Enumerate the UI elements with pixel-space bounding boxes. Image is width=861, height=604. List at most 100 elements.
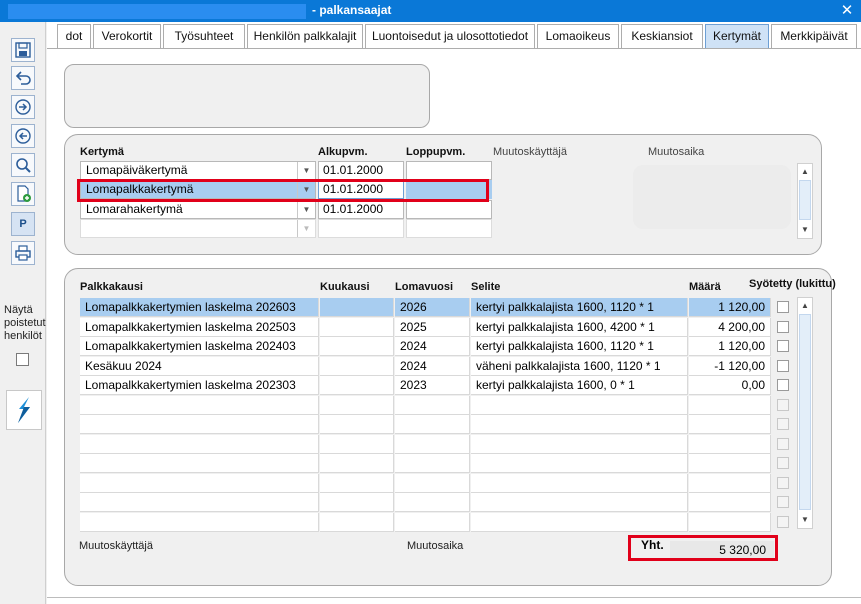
cell-desc[interactable]: kertyi palkkalajista 1600, 1120 * 1 [471,298,688,317]
cell-period[interactable]: Lomapalkkakertymien laskelma 202403 [80,337,319,356]
cell-amount[interactable]: 1 120,00 [689,298,771,317]
cell-desc[interactable] [471,513,688,532]
cell-period[interactable]: Lomapalkkakertymien laskelma 202603 [80,298,319,317]
end-date-field[interactable] [406,161,492,180]
end-date-field[interactable] [406,200,492,219]
cell-month[interactable] [320,474,394,493]
cell-amount[interactable] [689,415,771,434]
undo-button[interactable] [11,66,35,90]
cell-amount[interactable] [689,396,771,415]
close-button[interactable]: ✕ [833,0,861,22]
cell-amount[interactable]: 1 120,00 [689,337,771,356]
tab-merkkipaivat[interactable]: Merkkipäivät [771,24,857,48]
tab-keskiansiot[interactable]: Keskiansiot [621,24,703,48]
start-date-field-empty[interactable] [318,219,404,238]
cell-year[interactable]: 2025 [395,318,470,337]
entered-checkbox[interactable] [777,496,789,508]
entered-checkbox[interactable] [777,301,789,313]
cell-year[interactable]: 2026 [395,298,470,317]
cell-month[interactable] [320,493,394,512]
cell-desc[interactable]: väheni palkkalajista 1600, 1120 * 1 [471,357,688,376]
cell-period[interactable] [80,474,319,493]
entered-checkbox[interactable] [777,457,789,469]
previous-button[interactable] [11,124,35,148]
cell-month[interactable] [320,318,394,337]
add-document-button[interactable] [11,182,35,206]
scroll-thumb[interactable] [799,314,811,510]
cell-amount[interactable] [689,493,771,512]
cell-month[interactable] [320,513,394,532]
search-button[interactable] [11,153,35,177]
cell-amount[interactable] [689,513,771,532]
entered-checkbox[interactable] [777,418,789,430]
cell-month[interactable] [320,435,394,454]
cell-desc[interactable]: kertyi palkkalajista 1600, 4200 * 1 [471,318,688,337]
cell-desc[interactable]: kertyi palkkalajista 1600, 0 * 1 [471,376,688,395]
tab-lomaoikeus[interactable]: Lomaoikeus [537,24,619,48]
entered-checkbox[interactable] [777,399,789,411]
cell-amount[interactable] [689,435,771,454]
cell-period[interactable] [80,415,319,434]
tab-kertymat[interactable]: Kertymät [705,24,769,48]
scroll-down-icon[interactable]: ▼ [798,222,812,238]
save-button[interactable] [11,38,35,62]
cell-year[interactable] [395,396,470,415]
cell-month[interactable] [320,357,394,376]
scroll-up-icon[interactable]: ▲ [798,164,812,180]
accrual-type-select-empty[interactable]: ▼ [80,219,316,238]
cell-amount[interactable] [689,474,771,493]
cell-year[interactable]: 2024 [395,337,470,356]
entered-checkbox[interactable] [777,321,789,333]
cell-amount[interactable]: 4 200,00 [689,318,771,337]
cell-month[interactable] [320,415,394,434]
cell-month[interactable] [320,298,394,317]
cell-period[interactable]: Lomapalkkakertymien laskelma 202303 [80,376,319,395]
cell-amount[interactable]: -1 120,00 [689,357,771,376]
entered-checkbox[interactable] [777,360,789,372]
periods-scrollbar[interactable]: ▲ ▼ [797,297,813,529]
cell-year[interactable]: 2023 [395,376,470,395]
cell-desc[interactable] [471,454,688,473]
p-button[interactable]: P [11,212,35,236]
cell-year[interactable] [395,454,470,473]
scroll-up-icon[interactable]: ▲ [798,298,812,314]
tab-tiedot[interactable]: dot [57,24,91,48]
cell-year[interactable]: 2024 [395,357,470,376]
tab-verokortit[interactable]: Verokortit [93,24,161,48]
scroll-down-icon[interactable]: ▼ [798,512,812,528]
print-button[interactable] [11,241,35,265]
accrual-type-select[interactable]: Lomapäiväkertymä ▼ [80,161,316,180]
entered-checkbox[interactable] [777,516,789,528]
cell-month[interactable] [320,376,394,395]
cell-amount[interactable]: 0,00 [689,376,771,395]
cell-year[interactable] [395,435,470,454]
cell-desc[interactable] [471,474,688,493]
cell-month[interactable] [320,337,394,356]
cell-month[interactable] [320,454,394,473]
cell-desc[interactable] [471,415,688,434]
tab-henkilon-palkkalajit[interactable]: Henkilön palkkalajit [247,24,363,48]
cell-year[interactable] [395,493,470,512]
cell-period[interactable]: Lomapalkkakertymien laskelma 202503 [80,318,319,337]
cell-period[interactable] [80,493,319,512]
cell-period[interactable]: Kesäkuu 2024 [80,357,319,376]
scroll-thumb[interactable] [799,180,811,220]
end-date-field-empty[interactable] [406,219,492,238]
next-button[interactable] [11,95,35,119]
entered-checkbox[interactable] [777,379,789,391]
entered-checkbox[interactable] [777,477,789,489]
cell-period[interactable] [80,454,319,473]
accruals-scrollbar[interactable]: ▲ ▼ [797,163,813,239]
show-deleted-checkbox[interactable] [16,353,29,366]
chevron-down-icon[interactable]: ▼ [297,220,315,237]
cell-desc[interactable] [471,493,688,512]
cell-year[interactable] [395,474,470,493]
tab-tyosuhteet[interactable]: Työsuhteet [163,24,245,48]
start-date-field[interactable]: 01.01.2000 [318,200,404,219]
app-logo[interactable] [6,390,42,430]
cell-desc[interactable]: kertyi palkkalajista 1600, 1120 * 1 [471,337,688,356]
chevron-down-icon[interactable]: ▼ [297,162,315,179]
entered-checkbox[interactable] [777,438,789,450]
cell-desc[interactable] [471,435,688,454]
cell-year[interactable] [395,513,470,532]
